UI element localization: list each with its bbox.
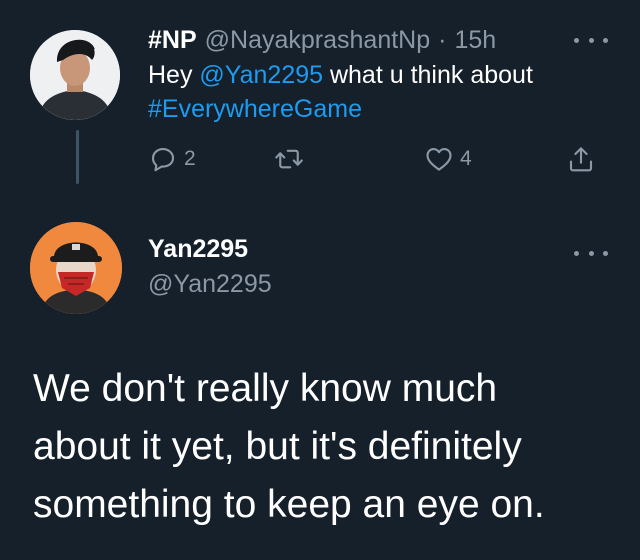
thread-connector-line (76, 130, 79, 184)
avatar-nayakprashant[interactable] (30, 30, 120, 120)
parent-handle[interactable]: @NayakprashantNp (205, 26, 431, 55)
avatar-yan2295[interactable] (30, 222, 122, 314)
reply-text-line: about it yet, but it's definitely (33, 425, 522, 468)
parent-text-before: Hey (148, 61, 200, 89)
reply-tweet-text: We don't really know much about it yet, … (33, 360, 623, 534)
more-icon[interactable] (574, 243, 608, 263)
reply-button[interactable]: 2 (148, 142, 196, 176)
like-button[interactable]: 4 (424, 142, 472, 176)
mention-link[interactable]: @Yan2295 (199, 61, 323, 89)
hashtag-link[interactable]: #EverywhereGame (148, 95, 362, 123)
share-button[interactable] (566, 142, 596, 176)
reply-text-line: We don't really know much (33, 367, 498, 410)
header-separator: · (438, 25, 447, 54)
like-count: 4 (460, 147, 472, 170)
tweet-actions: 2 4 (148, 142, 598, 176)
reply-display-name[interactable]: Yan2295 (148, 235, 248, 264)
parent-timestamp[interactable]: 15h (454, 26, 496, 55)
parent-display-name[interactable]: #NP (148, 26, 197, 55)
reply-text-line: something to keep an eye on. (33, 483, 545, 526)
more-icon[interactable] (574, 30, 608, 50)
parent-tweet-text: Hey @Yan2295 what u think about #Everywh… (148, 58, 618, 126)
share-icon (569, 147, 593, 172)
retweet-button[interactable] (274, 142, 304, 176)
heart-icon (426, 147, 452, 171)
parent-tweet-header: #NP @NayakprashantNp · 15h (148, 20, 496, 60)
parent-text-after: what u think about (323, 61, 533, 89)
reply-handle[interactable]: @Yan2295 (148, 270, 272, 299)
reply-count: 2 (184, 147, 196, 170)
tweet-thread: #NP @NayakprashantNp · 15h Hey @Yan2295 … (0, 0, 640, 560)
retweet-icon (275, 149, 303, 169)
reply-icon (151, 147, 175, 172)
